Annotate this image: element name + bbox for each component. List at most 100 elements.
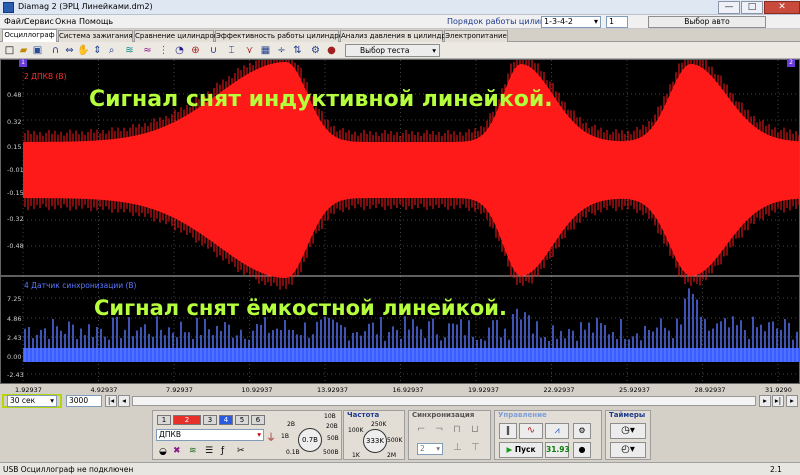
frequency-knob[interactable]: 333K	[363, 429, 387, 453]
marker-icon[interactable]: ⊕	[189, 44, 202, 57]
channel-panel: 1 2 3 4 5 6 ДПКВ ▾ ⏚ ◒ ✖ ≋ ☰ ƒ ✂ 10В 2В 1…	[152, 410, 342, 460]
spectrum-icon[interactable]: ≈	[141, 44, 154, 57]
timers-title: Таймеры	[609, 411, 646, 419]
channel-4-button[interactable]: 4	[219, 415, 233, 425]
pulse-inverted-icon[interactable]: ⊔	[471, 424, 479, 435]
samples-select[interactable]: 3000	[66, 395, 102, 407]
filter-icon[interactable]: ≋	[123, 44, 136, 57]
close-button[interactable]: ✕	[764, 1, 800, 14]
channel-2-button[interactable]: 2	[173, 415, 201, 425]
nav-last-icon[interactable]: ▸|	[772, 395, 784, 407]
rising-edge-icon[interactable]: ⌐	[417, 424, 425, 435]
record-icon[interactable]: ●	[325, 44, 338, 57]
grid-icon[interactable]: ⋮	[157, 44, 170, 57]
time-window-select[interactable]: 30 сек ▾	[7, 395, 57, 407]
cursor-marker-2[interactable]: 2	[787, 59, 795, 67]
nav-end-icon[interactable]: ▸	[786, 395, 798, 407]
menu-service[interactable]: Сервис	[24, 17, 54, 26]
save-icon[interactable]: ▣	[31, 44, 44, 57]
falling-edge-icon[interactable]: ¬	[435, 424, 443, 435]
range-knob[interactable]: 0.7В	[298, 428, 322, 452]
menu-windows[interactable]: Окна	[55, 17, 76, 26]
x-tick-label: 16.92937	[392, 386, 424, 394]
range-label: 1В	[281, 433, 289, 440]
invert-icon[interactable]: ✖	[173, 446, 181, 456]
tab-cylinder-efficiency[interactable]: Эффективность работы цилиндров	[215, 30, 347, 42]
x-tick-label: 10.92937	[241, 386, 273, 394]
sync-channel-select[interactable]: 2 ▾	[417, 443, 443, 455]
nav-first-icon[interactable]: |◂	[105, 395, 117, 407]
measure-icon[interactable]: ⇕	[91, 44, 104, 57]
oscilloscope-display[interactable]: 2 ДПКВ (В) 4 Датчик синхронизации (В) Си…	[0, 59, 800, 384]
channel-1-button[interactable]: 1	[157, 415, 171, 425]
menu-help[interactable]: Помощь	[79, 17, 113, 26]
cursor-marker-1[interactable]: 1	[19, 59, 27, 67]
settings-icon[interactable]: ⚙	[573, 423, 591, 439]
chevron-down-icon: ▾	[593, 17, 598, 26]
sine-icon[interactable]: ∿	[519, 423, 543, 439]
stopwatch-icon[interactable]: ◷▾	[610, 423, 646, 439]
function-icon[interactable]: ƒ	[221, 446, 224, 456]
offset-icon[interactable]: ☰	[205, 446, 213, 456]
sync-icon[interactable]: ⇅	[291, 44, 304, 57]
nav-prev-icon[interactable]: ◂	[118, 395, 130, 407]
freq-label: 250K	[371, 421, 387, 428]
table-icon[interactable]: ▦	[259, 44, 272, 57]
test-select-button[interactable]: Выбор теста ▾	[345, 44, 440, 57]
navigation-row: 30 сек ▾ 3000 |◂ ◂ ▸ ▸| ▸	[0, 394, 800, 408]
pause-icon[interactable]: ‖	[499, 423, 517, 439]
channel-5-button[interactable]: 5	[235, 415, 249, 425]
new-file-icon[interactable]: □	[3, 44, 16, 57]
active-channel-field[interactable]: ДПКВ ▾	[156, 429, 264, 441]
maximize-button[interactable]: □	[741, 1, 763, 14]
tools-icon[interactable]: ✂	[237, 446, 245, 456]
scale-icon[interactable]: ⇔	[63, 44, 76, 57]
channel-3-button[interactable]: 3	[203, 415, 217, 425]
menu-file[interactable]: Файл	[4, 17, 26, 26]
y-tick-ch4: 4.86	[7, 315, 22, 323]
tab-oscilloscope[interactable]: Осциллограф	[2, 29, 57, 43]
cursor-icon[interactable]: ⌶	[225, 44, 238, 57]
timer-icon[interactable]: ◴▾	[610, 442, 646, 458]
x-tick-label: 25.92937	[619, 386, 651, 394]
start-button[interactable]: ▶ Пуск	[499, 442, 543, 458]
magnet-icon[interactable]: ∪	[207, 44, 220, 57]
tab-power[interactable]: Электропитание	[444, 30, 508, 42]
channel-6-button[interactable]: 6	[251, 415, 265, 425]
pulse-icon[interactable]: ⊓	[453, 424, 461, 435]
meter-icon[interactable]: ◔	[173, 44, 186, 57]
play-icon: ▶	[506, 445, 513, 454]
nav-next-icon[interactable]: ▸	[759, 395, 771, 407]
minimize-button[interactable]: —	[718, 1, 740, 14]
color-icon[interactable]: ◒	[159, 447, 167, 457]
time-scrollbar[interactable]	[132, 396, 756, 406]
tab-cylinder-compare[interactable]: Сравнение цилиндров	[134, 30, 218, 42]
cylinder-stepper[interactable]: 1	[606, 16, 628, 28]
open-folder-icon[interactable]: ▰	[17, 44, 30, 57]
zoom-icon[interactable]: ⌕	[105, 44, 118, 57]
probe-icon[interactable]: ⏚	[266, 429, 276, 444]
record-icon[interactable]: ●	[573, 442, 591, 458]
waveform-icon[interactable]: ∩	[49, 44, 62, 57]
trigger-icon[interactable]: ⋎	[243, 44, 256, 57]
filter-icon[interactable]: ≋	[189, 446, 197, 456]
divide-icon[interactable]: ÷	[275, 44, 288, 57]
x-tick-label: 1.92937	[15, 386, 42, 394]
tab-pressure-analysis[interactable]: Анализ давления в цилиндре	[340, 30, 450, 42]
status-text: USB Осциллограф не подключен	[3, 465, 134, 474]
tab-ignition[interactable]: Система зажигания	[58, 30, 133, 42]
ch4-label: 4 Датчик синхронизации (В)	[24, 281, 137, 290]
auto-select-button[interactable]: Выбор авто	[648, 16, 766, 28]
multi-wave-icon[interactable]: ⩘	[545, 423, 569, 439]
sync-level-icon[interactable]: ⊤	[471, 442, 480, 453]
ch4-baseline	[23, 348, 799, 362]
hand-icon[interactable]: ✋	[77, 44, 90, 57]
firing-order-select[interactable]: 1-3-4-2 ▾	[541, 16, 601, 28]
ch2-label: 2 ДПКВ (В)	[24, 72, 67, 81]
y-tick-ch2: 0.15	[7, 143, 22, 151]
range-label: 0.1В	[286, 449, 300, 456]
chevron-down-icon: ▾	[50, 396, 54, 405]
range-label: 500В	[323, 449, 339, 456]
sync-mode-icon[interactable]: ⊥	[453, 442, 462, 453]
settings-icon[interactable]: ⚙	[309, 44, 322, 57]
